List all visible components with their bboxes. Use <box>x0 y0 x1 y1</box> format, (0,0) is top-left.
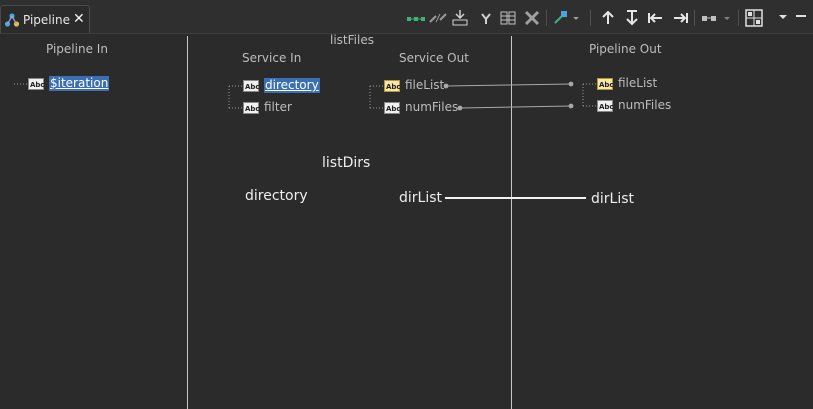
drop-icon[interactable] <box>450 8 470 28</box>
shift-left-icon[interactable] <box>646 8 666 28</box>
service-name-label: listDirs <box>322 155 371 171</box>
service-out-item-label: fileList <box>405 78 445 92</box>
service-in-item[interactable]: Abc directory <box>243 78 320 94</box>
string-list-icon: Abc <box>597 77 614 90</box>
svg-text:Abc: Abc <box>599 103 613 111</box>
close-icon[interactable]: ✕ <box>73 11 85 27</box>
toolbar-separator <box>738 10 739 26</box>
string-icon: Abc <box>597 99 614 112</box>
pipeline-out-item-label: numFiles <box>618 98 672 112</box>
svg-text:Abc: Abc <box>30 81 44 89</box>
tab-pipeline[interactable]: Pipeline ✕ <box>0 5 90 33</box>
toolbar-separator <box>694 10 695 26</box>
move-up-icon[interactable] <box>598 8 618 28</box>
pipeline-in-item-label: $iteration <box>49 76 110 91</box>
pipeline-in-item[interactable]: Abc $iteration <box>28 76 110 92</box>
input-label: directory <box>245 188 308 204</box>
columns-icon[interactable] <box>498 8 518 28</box>
pipeline-out-item[interactable]: Abc fileList <box>597 76 657 92</box>
tab-bar: Pipeline ✕ <box>0 0 813 34</box>
toolbar-separator <box>590 10 591 26</box>
service-in-item[interactable]: Abc filter <box>243 100 292 116</box>
map-icon[interactable] <box>406 8 426 28</box>
transform-icon[interactable] <box>476 8 496 28</box>
pipeline-out-item[interactable]: Abc numFiles <box>597 98 671 114</box>
link-dropdown-icon[interactable] <box>552 8 579 28</box>
svg-text:Abc: Abc <box>245 105 259 113</box>
string-icon: Abc <box>384 101 401 114</box>
output-label: dirList <box>399 190 443 206</box>
service-in-item-label: directory <box>264 78 320 93</box>
delete-icon[interactable] <box>522 8 542 28</box>
string-list-icon: Abc <box>384 79 401 92</box>
toolbar-separator <box>546 10 547 26</box>
move-down-icon[interactable] <box>622 8 642 28</box>
pipeline-icon <box>4 12 20 32</box>
service-in-item-label: filter <box>264 100 292 114</box>
view-dropdown-icon[interactable] <box>700 8 730 28</box>
string-icon: Abc <box>28 77 45 90</box>
pipeline-out-item-label: fileList <box>618 76 658 90</box>
view-menu-icon[interactable] <box>776 8 796 28</box>
service-out-item-label: numFiles <box>405 100 459 114</box>
layout-icon[interactable] <box>744 8 764 28</box>
pipeline-canvas: Pipeline In listFiles Service In Service… <box>0 33 813 409</box>
service-out-item[interactable]: Abc fileList <box>384 78 444 94</box>
svg-text:Abc: Abc <box>245 83 259 91</box>
string-icon: Abc <box>243 101 260 114</box>
service-out-item[interactable]: Abc numFiles <box>384 100 458 116</box>
string-icon: Abc <box>243 79 260 92</box>
svg-text:Abc: Abc <box>599 81 613 89</box>
svg-text:Abc: Abc <box>386 105 400 113</box>
toolbar <box>404 8 813 30</box>
target-label: dirList <box>591 191 635 207</box>
tab-label: Pipeline <box>23 13 70 27</box>
disconnect-icon[interactable] <box>428 8 448 28</box>
minimize-icon[interactable] <box>794 8 813 28</box>
svg-text:Abc: Abc <box>386 83 400 91</box>
shift-right-icon[interactable] <box>670 8 690 28</box>
